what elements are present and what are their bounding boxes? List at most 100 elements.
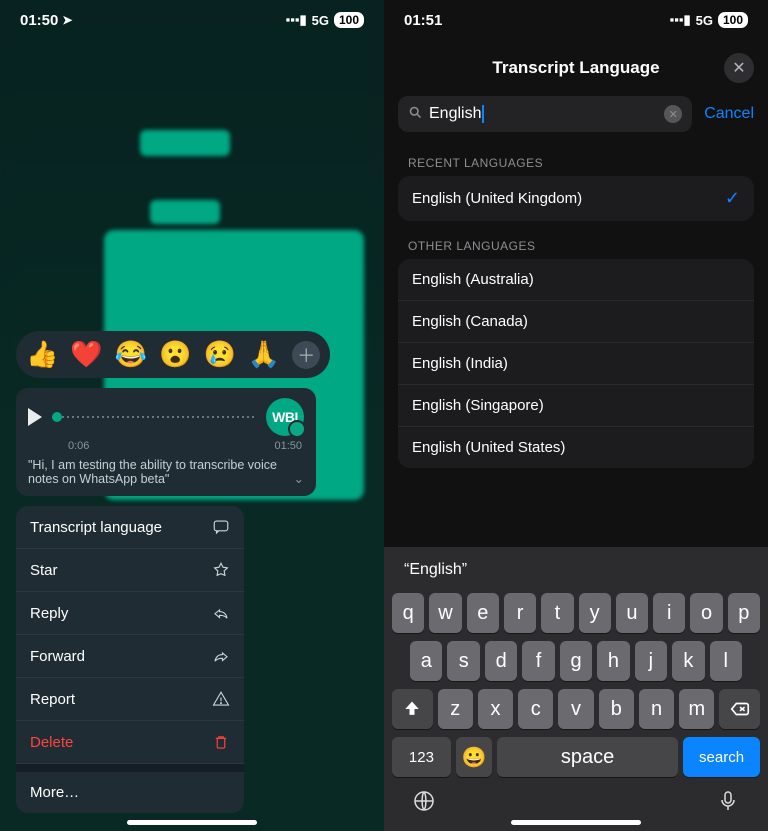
key-s[interactable]: s	[447, 641, 479, 681]
forward-icon	[212, 647, 230, 665]
key-x[interactable]: x	[478, 689, 513, 729]
key-search[interactable]: search	[683, 737, 760, 777]
signal-icon: ▪▪▪▮	[670, 12, 691, 28]
star-icon	[212, 561, 230, 579]
context-menu: Transcript language Star Reply Forward	[16, 506, 244, 813]
key-z[interactable]: z	[438, 689, 473, 729]
location-icon: ➤	[62, 13, 72, 27]
key-b[interactable]: b	[599, 689, 634, 729]
menu-more[interactable]: More…	[16, 772, 244, 813]
key-u[interactable]: u	[616, 593, 648, 633]
reaction-pray[interactable]: 🙏	[248, 339, 280, 370]
search-icon	[408, 105, 423, 124]
key-e[interactable]: e	[467, 593, 499, 633]
key-a[interactable]: a	[410, 641, 442, 681]
key-emoji[interactable]: 😀	[456, 737, 492, 777]
menu-reply[interactable]: Reply	[16, 592, 244, 635]
transcript-text: "Hi, I am testing the ability to transcr…	[28, 458, 286, 486]
key-o[interactable]: o	[690, 593, 722, 633]
key-q[interactable]: q	[392, 593, 424, 633]
reaction-more-icon[interactable]: ＋	[292, 341, 320, 369]
language-option[interactable]: English (India)	[398, 343, 754, 385]
reaction-bar[interactable]: 👍 ❤️ 😂 😮 😢 🙏 ＋	[16, 331, 330, 378]
chevron-down-icon[interactable]: ⌄	[294, 471, 304, 486]
whatsapp-context-menu-screen: 01:50 ➤ ▪▪▪▮ 5G 100 👍 ❤️ 😂 😮 😢 🙏 ＋ WBI	[0, 0, 384, 831]
search-value: English	[429, 105, 481, 122]
menu-forward[interactable]: Forward	[16, 635, 244, 678]
key-d[interactable]: d	[485, 641, 517, 681]
network-label: 5G	[312, 13, 329, 28]
voice-message-bubble[interactable]: WBI 0:06 01:50 "Hi, I am testing the abi…	[16, 388, 316, 496]
section-header-recent: Recent languages	[384, 138, 768, 176]
language-option[interactable]: English (Australia)	[398, 259, 754, 301]
cancel-button[interactable]: Cancel	[704, 105, 754, 123]
key-numbers[interactable]: 123	[392, 737, 451, 777]
checkmark-icon: ✓	[725, 188, 740, 209]
menu-report[interactable]: Report	[16, 678, 244, 721]
speech-bubble-icon	[212, 518, 230, 536]
menu-label: Star	[30, 562, 58, 579]
language-label: English (Singapore)	[412, 397, 544, 414]
reaction-wow[interactable]: 😮	[159, 339, 191, 370]
key-m[interactable]: m	[679, 689, 714, 729]
menu-label: Report	[30, 691, 75, 708]
warning-icon	[212, 690, 230, 708]
dictation-icon[interactable]	[716, 789, 740, 819]
key-c[interactable]: c	[518, 689, 553, 729]
menu-star[interactable]: Star	[16, 549, 244, 592]
language-label: English (India)	[412, 355, 508, 372]
reaction-thumbs-up[interactable]: 👍	[26, 339, 58, 370]
home-indicator[interactable]	[511, 820, 641, 825]
key-l[interactable]: l	[710, 641, 742, 681]
reaction-sad[interactable]: 😢	[204, 339, 236, 370]
sender-avatar: WBI	[266, 398, 304, 436]
menu-transcript-language[interactable]: Transcript language	[16, 506, 244, 549]
status-bar: 01:51 ▪▪▪▮ 5G 100	[384, 0, 768, 40]
language-option[interactable]: English (United States)	[398, 427, 754, 468]
key-p[interactable]: p	[728, 593, 760, 633]
key-f[interactable]: f	[522, 641, 554, 681]
key-h[interactable]: h	[597, 641, 629, 681]
key-i[interactable]: i	[653, 593, 685, 633]
key-y[interactable]: y	[579, 593, 611, 633]
keyboard-suggestion[interactable]: “English”	[388, 551, 764, 589]
menu-label: Reply	[30, 605, 68, 622]
voice-progress[interactable]	[52, 416, 256, 418]
key-w[interactable]: w	[429, 593, 461, 633]
key-v[interactable]: v	[558, 689, 593, 729]
reaction-heart[interactable]: ❤️	[70, 339, 102, 370]
total-time: 01:50	[274, 440, 302, 452]
status-time: 01:50	[20, 12, 58, 29]
search-input[interactable]: English ✕	[398, 96, 692, 132]
language-option[interactable]: English (Canada)	[398, 301, 754, 343]
section-header-other: Other languages	[384, 221, 768, 259]
menu-label: More…	[30, 784, 79, 801]
language-option[interactable]: English (Singapore)	[398, 385, 754, 427]
key-shift[interactable]	[392, 689, 433, 729]
key-g[interactable]: g	[560, 641, 592, 681]
key-space[interactable]: space	[497, 737, 678, 777]
key-j[interactable]: j	[635, 641, 667, 681]
key-n[interactable]: n	[639, 689, 674, 729]
elapsed-time: 0:06	[68, 440, 89, 452]
language-label: English (United Kingdom)	[412, 190, 582, 207]
language-option[interactable]: English (United Kingdom) ✓	[398, 176, 754, 221]
close-icon[interactable]: ✕	[724, 53, 754, 83]
key-backspace[interactable]	[719, 689, 760, 729]
reply-icon	[212, 604, 230, 622]
menu-delete[interactable]: Delete	[16, 721, 244, 764]
menu-label: Forward	[30, 648, 85, 665]
language-label: English (Canada)	[412, 313, 528, 330]
trash-icon	[212, 733, 230, 751]
key-k[interactable]: k	[672, 641, 704, 681]
clear-icon[interactable]: ✕	[664, 105, 682, 123]
signal-icon: ▪▪▪▮	[286, 12, 307, 28]
transcript-language-screen: 01:51 ▪▪▪▮ 5G 100 Transcript Language ✕ …	[384, 0, 768, 831]
globe-icon[interactable]	[412, 789, 436, 819]
home-indicator[interactable]	[127, 820, 257, 825]
key-r[interactable]: r	[504, 593, 536, 633]
key-t[interactable]: t	[541, 593, 573, 633]
play-icon[interactable]	[28, 408, 42, 426]
reaction-laugh[interactable]: 😂	[115, 339, 147, 370]
status-time: 01:51	[404, 12, 442, 29]
